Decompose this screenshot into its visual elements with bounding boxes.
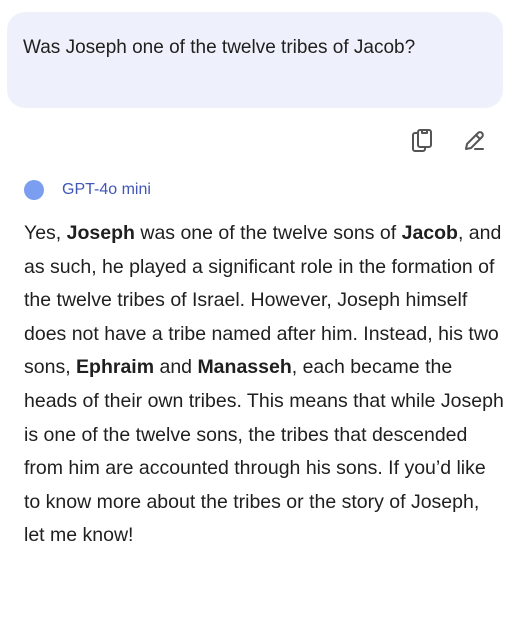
model-avatar-icon [24,180,44,200]
copy-icon[interactable] [407,126,437,156]
edit-pencil-icon[interactable] [459,126,489,156]
response-bold-jacob: Jacob [401,222,458,244]
response-text: , each became the heads of their own tri… [24,356,504,547]
response-text: was one of the twelve sons of [134,222,402,244]
response-bold-joseph: Joseph [66,222,135,244]
response-bold-ephraim: Ephraim [76,356,155,379]
assistant-response: Yes, Joseph was one of the twelve sons o… [24,217,504,553]
user-message-text: Was Joseph one of the twelve tribes of J… [23,37,416,58]
response-text: and [154,356,198,379]
model-name: GPT-4o mini [62,181,151,198]
response-bold-manasseh: Manasseh [197,356,292,379]
user-message-bubble: Was Joseph one of the twelve tribes of J… [7,12,503,108]
response-text: Yes, [24,222,67,244]
response-text: , and as such, he played a significant r… [24,222,502,379]
model-header: GPT-4o mini [24,180,151,200]
message-actions [407,126,489,156]
